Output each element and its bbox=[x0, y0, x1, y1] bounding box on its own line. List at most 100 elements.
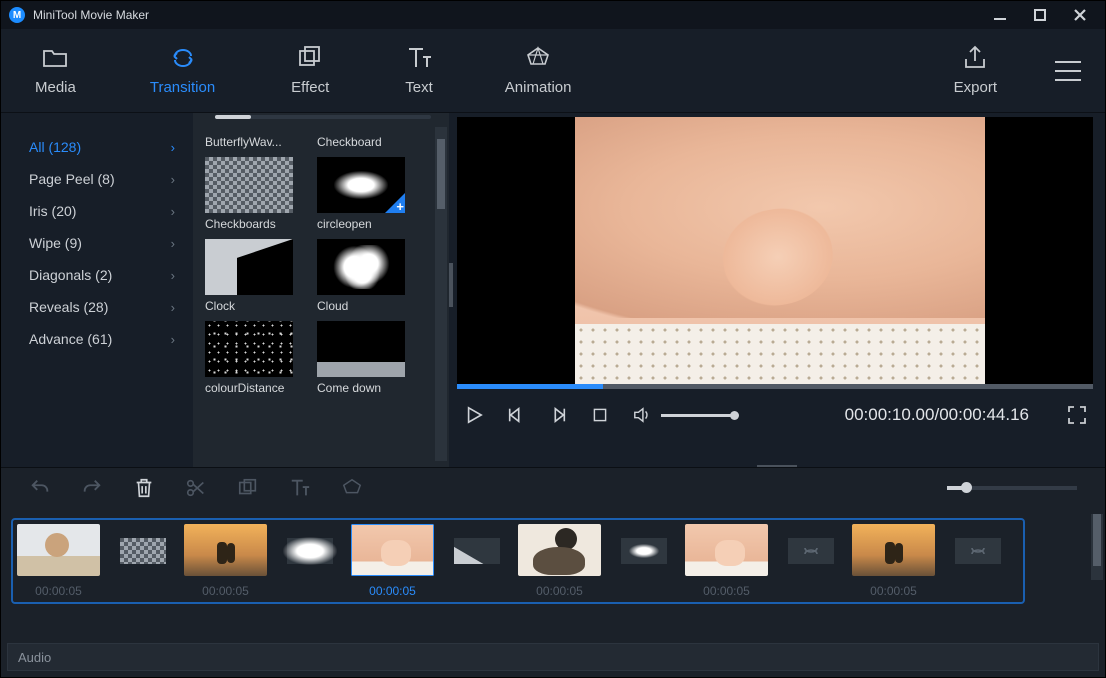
crop-button[interactable] bbox=[237, 477, 259, 499]
menu-button[interactable] bbox=[1055, 61, 1081, 81]
chevron-right-icon: › bbox=[171, 140, 175, 155]
animation-icon bbox=[525, 45, 551, 71]
nav-label: Effect bbox=[291, 79, 329, 96]
timecode: 00:00:10.00/00:00:44.16 bbox=[845, 405, 1029, 425]
sidebar-item-iris[interactable]: Iris (20)› bbox=[1, 195, 193, 227]
top-nav: Media Transition Effect Text Animation E… bbox=[1, 29, 1105, 113]
clip[interactable]: 00:00:05 bbox=[17, 524, 100, 598]
app-title: MiniTool Movie Maker bbox=[33, 8, 993, 22]
timeline[interactable]: 00:00:05 00:00:05 00:00:05 00:00:05 00:0… bbox=[1, 508, 1105, 677]
zoom-slider[interactable] bbox=[947, 486, 1077, 490]
transition-thumb bbox=[205, 321, 293, 377]
folder-icon bbox=[42, 45, 68, 71]
player-controls: 00:00:10.00/00:00:44.16 bbox=[457, 389, 1093, 441]
transition-item[interactable]: Come down bbox=[317, 321, 417, 399]
transition-slot[interactable] bbox=[120, 538, 166, 564]
undo-button[interactable] bbox=[29, 477, 51, 499]
animation-tool-button[interactable] bbox=[341, 477, 363, 499]
effect-icon bbox=[297, 45, 323, 71]
transition-item[interactable]: ButterflyWav... bbox=[205, 131, 305, 153]
transition-slot[interactable] bbox=[287, 538, 333, 564]
nav-label: Media bbox=[35, 79, 76, 96]
next-frame-button[interactable] bbox=[547, 404, 569, 426]
volume-slider[interactable] bbox=[661, 414, 735, 417]
redo-button[interactable] bbox=[81, 477, 103, 499]
transition-thumb bbox=[205, 157, 293, 213]
preview-panel: 00:00:10.00/00:00:44.16 bbox=[449, 113, 1105, 467]
close-button[interactable] bbox=[1073, 8, 1087, 22]
chevron-right-icon: › bbox=[171, 300, 175, 315]
middle-section: All (128)› Page Peel (8)› Iris (20)› Wip… bbox=[1, 113, 1105, 467]
transitions-panel: ButterflyWav... Checkboard Checkboards +… bbox=[193, 113, 449, 467]
sidebar-item-advance[interactable]: Advance (61)› bbox=[1, 323, 193, 355]
thumb-size-slider[interactable] bbox=[215, 115, 431, 119]
transition-thumb: + bbox=[317, 157, 405, 213]
nav-text[interactable]: Text bbox=[395, 45, 443, 96]
transition-item[interactable]: + circleopen bbox=[317, 157, 417, 235]
sidebar-item-diagonals[interactable]: Diagonals (2)› bbox=[1, 259, 193, 291]
chevron-right-icon: › bbox=[171, 236, 175, 251]
clip[interactable]: 00:00:05 bbox=[518, 524, 601, 598]
transition-thumb bbox=[317, 239, 405, 295]
category-sidebar: All (128)› Page Peel (8)› Iris (20)› Wip… bbox=[1, 113, 193, 467]
transition-slot[interactable] bbox=[454, 538, 500, 564]
transition-item[interactable]: Cloud bbox=[317, 239, 417, 317]
nav-label: Animation bbox=[505, 79, 572, 96]
add-icon[interactable]: + bbox=[396, 199, 404, 213]
sidebar-item-all[interactable]: All (128)› bbox=[1, 131, 193, 163]
timeline-toolbar bbox=[1, 468, 1105, 508]
transition-item[interactable]: Checkboards bbox=[205, 157, 305, 235]
clip[interactable]: 00:00:05 bbox=[852, 524, 935, 598]
volume-button[interactable] bbox=[631, 404, 653, 426]
clip[interactable]: 00:00:05 bbox=[685, 524, 768, 598]
transition-item[interactable]: Checkboard bbox=[317, 131, 417, 153]
nav-media[interactable]: Media bbox=[25, 45, 86, 96]
export-icon bbox=[962, 45, 988, 71]
transition-slot-empty[interactable] bbox=[788, 538, 834, 564]
chevron-right-icon: › bbox=[171, 204, 175, 219]
nav-label: Text bbox=[405, 79, 433, 96]
seek-progress bbox=[457, 384, 603, 389]
audio-track[interactable]: Audio bbox=[7, 643, 1099, 671]
transition-thumb bbox=[317, 321, 405, 377]
chevron-right-icon: › bbox=[171, 172, 175, 187]
text-icon bbox=[406, 45, 432, 71]
maximize-button[interactable] bbox=[1033, 8, 1047, 22]
app-logo: M bbox=[9, 7, 25, 23]
timeline-panel: 00:00:05 00:00:05 00:00:05 00:00:05 00:0… bbox=[1, 467, 1105, 677]
nav-effect[interactable]: Effect bbox=[281, 45, 339, 96]
app-window: M MiniTool Movie Maker Media Transition … bbox=[0, 0, 1106, 678]
delete-button[interactable] bbox=[133, 477, 155, 499]
chevron-right-icon: › bbox=[171, 332, 175, 347]
nav-animation[interactable]: Animation bbox=[495, 45, 582, 96]
fullscreen-button[interactable] bbox=[1067, 405, 1087, 425]
clip[interactable]: 00:00:05 bbox=[184, 524, 267, 598]
transition-slot[interactable] bbox=[621, 538, 667, 564]
titlebar: M MiniTool Movie Maker bbox=[1, 1, 1105, 29]
nav-label: Transition bbox=[150, 79, 215, 96]
transition-thumb bbox=[205, 239, 293, 295]
video-track: 00:00:05 00:00:05 00:00:05 00:00:05 00:0… bbox=[17, 524, 1019, 598]
grid-scrollbar[interactable] bbox=[435, 127, 447, 461]
nav-label: Export bbox=[954, 79, 997, 96]
clip-selected[interactable]: 00:00:05 bbox=[351, 524, 434, 598]
minimize-button[interactable] bbox=[993, 8, 1007, 22]
sidebar-item-pagepeel[interactable]: Page Peel (8)› bbox=[1, 163, 193, 195]
split-button[interactable] bbox=[185, 477, 207, 499]
transition-item[interactable]: colourDistance bbox=[205, 321, 305, 399]
nav-export[interactable]: Export bbox=[944, 45, 1007, 96]
stop-button[interactable] bbox=[589, 404, 611, 426]
sidebar-item-wipe[interactable]: Wipe (9)› bbox=[1, 227, 193, 259]
prev-frame-button[interactable] bbox=[505, 404, 527, 426]
nav-transition[interactable]: Transition bbox=[140, 45, 225, 96]
preview-video[interactable] bbox=[457, 117, 1093, 389]
sidebar-item-reveals[interactable]: Reveals (28)› bbox=[1, 291, 193, 323]
timeline-scrollbar[interactable] bbox=[1091, 514, 1103, 580]
transition-item[interactable]: Clock bbox=[205, 239, 305, 317]
play-button[interactable] bbox=[463, 404, 485, 426]
transition-slot-empty[interactable] bbox=[955, 538, 1001, 564]
chevron-right-icon: › bbox=[171, 268, 175, 283]
preview-frame bbox=[575, 117, 985, 389]
text-tool-button[interactable] bbox=[289, 477, 311, 499]
transition-icon bbox=[170, 45, 196, 71]
